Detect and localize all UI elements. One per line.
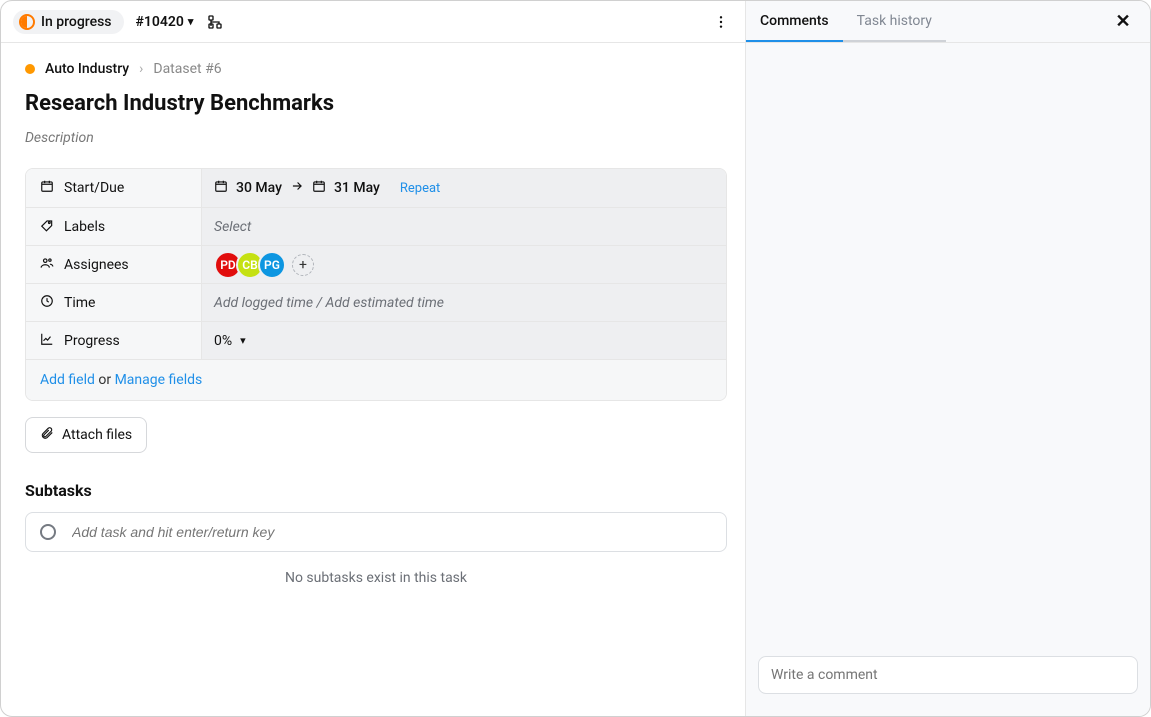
tab-comments-label: Comments <box>760 13 829 29</box>
breadcrumb: Auto Industry › Dataset #6 <box>25 61 721 77</box>
chevron-down-icon: ▾ <box>240 334 246 347</box>
circle-icon <box>40 524 56 540</box>
assignee-avatars: PD CB PG + <box>214 251 314 279</box>
subtasks-heading: Subtasks <box>25 481 721 500</box>
field-value-time[interactable]: Add logged time / Add estimated time <box>202 284 726 321</box>
in-progress-icon <box>19 14 35 30</box>
main-panel: In progress #10420 ▾ <box>1 1 745 716</box>
field-label-progress-text: Progress <box>64 333 120 349</box>
subtasks-empty-text: No subtasks exist in this task <box>25 570 727 586</box>
sidebar-tabs: Comments Task history ✕ <box>746 1 1150 43</box>
field-label-dates-text: Start/Due <box>64 180 124 196</box>
time-placeholder: Add logged time / Add estimated time <box>214 295 444 311</box>
field-row-labels: Labels Select <box>26 207 726 245</box>
subtask-input[interactable] <box>70 523 712 541</box>
field-label-labels: Labels <box>26 208 202 245</box>
comments-sidebar: Comments Task history ✕ <box>745 1 1150 716</box>
comment-compose-area <box>746 646 1150 716</box>
description-input[interactable]: Description <box>25 130 721 146</box>
chevron-right-icon: › <box>139 61 143 77</box>
hierarchy-icon <box>207 14 223 30</box>
breadcrumb-project[interactable]: Auto Industry <box>45 61 129 77</box>
field-row-progress: Progress 0% ▾ <box>26 321 726 359</box>
field-row-time: Time Add logged time / Add estimated tim… <box>26 283 726 321</box>
project-color-dot <box>25 64 35 74</box>
more-menu-button[interactable] <box>709 10 733 34</box>
top-bar: In progress #10420 ▾ <box>1 1 745 43</box>
tab-task-history[interactable]: Task history <box>843 1 946 42</box>
fields-table: Start/Due 30 May 31 May <box>25 168 727 401</box>
task-id-dropdown[interactable]: #10420 ▾ <box>136 14 194 30</box>
chart-icon <box>40 332 54 350</box>
field-value-dates[interactable]: 30 May 31 May Repeat <box>202 169 726 207</box>
labels-placeholder: Select <box>214 219 251 235</box>
attach-files-label: Attach files <box>62 427 132 443</box>
calendar-icon <box>40 179 54 197</box>
field-value-assignees: PD CB PG + <box>202 246 726 283</box>
chevron-down-icon: ▾ <box>188 15 194 28</box>
fields-footer: Add field or Manage fields <box>26 359 726 400</box>
hierarchy-button[interactable] <box>205 12 225 32</box>
field-label-progress: Progress <box>26 322 202 359</box>
field-label-time: Time <box>26 284 202 321</box>
status-pill[interactable]: In progress <box>13 10 124 34</box>
tab-comments[interactable]: Comments <box>746 1 843 42</box>
task-content: Auto Industry › Dataset #6 Research Indu… <box>1 43 745 716</box>
start-date-text: 30 May <box>236 180 282 196</box>
paperclip-icon <box>40 426 54 444</box>
fields-footer-sep: or <box>98 372 114 388</box>
tag-icon <box>40 218 54 236</box>
subtask-input-row[interactable] <box>25 512 727 552</box>
close-icon: ✕ <box>1115 11 1130 32</box>
field-value-labels[interactable]: Select <box>202 208 726 245</box>
repeat-link[interactable]: Repeat <box>400 181 440 196</box>
field-label-labels-text: Labels <box>64 219 105 235</box>
comments-feed <box>746 43 1150 646</box>
close-sidebar-button[interactable]: ✕ <box>1106 1 1140 42</box>
add-field-link[interactable]: Add field <box>40 372 95 388</box>
field-label-assignees: Assignees <box>26 246 202 283</box>
tab-history-label: Task history <box>857 13 932 29</box>
clock-icon <box>40 294 54 312</box>
add-assignee-button[interactable]: + <box>292 254 314 276</box>
task-title[interactable]: Research Industry Benchmarks <box>25 91 721 116</box>
comment-input[interactable] <box>758 656 1138 694</box>
field-label-time-text: Time <box>64 295 95 311</box>
more-vertical-icon <box>713 14 729 30</box>
progress-value-text: 0% <box>214 333 232 349</box>
field-label-assignees-text: Assignees <box>64 257 129 273</box>
status-label: In progress <box>41 14 112 30</box>
manage-fields-link[interactable]: Manage fields <box>115 372 203 388</box>
field-row-dates: Start/Due 30 May 31 May <box>26 169 726 207</box>
calendar-icon <box>312 179 326 197</box>
arrow-right-icon <box>290 179 304 197</box>
task-id-label: #10420 <box>136 14 184 30</box>
due-date-text: 31 May <box>334 180 380 196</box>
attach-files-button[interactable]: Attach files <box>25 417 147 453</box>
field-value-progress[interactable]: 0% ▾ <box>202 322 726 359</box>
breadcrumb-item[interactable]: Dataset #6 <box>153 61 221 77</box>
field-label-dates: Start/Due <box>26 169 202 207</box>
avatar[interactable]: PG <box>258 251 286 279</box>
people-icon <box>40 256 54 274</box>
calendar-icon <box>214 179 228 197</box>
field-row-assignees: Assignees PD CB PG + <box>26 245 726 283</box>
